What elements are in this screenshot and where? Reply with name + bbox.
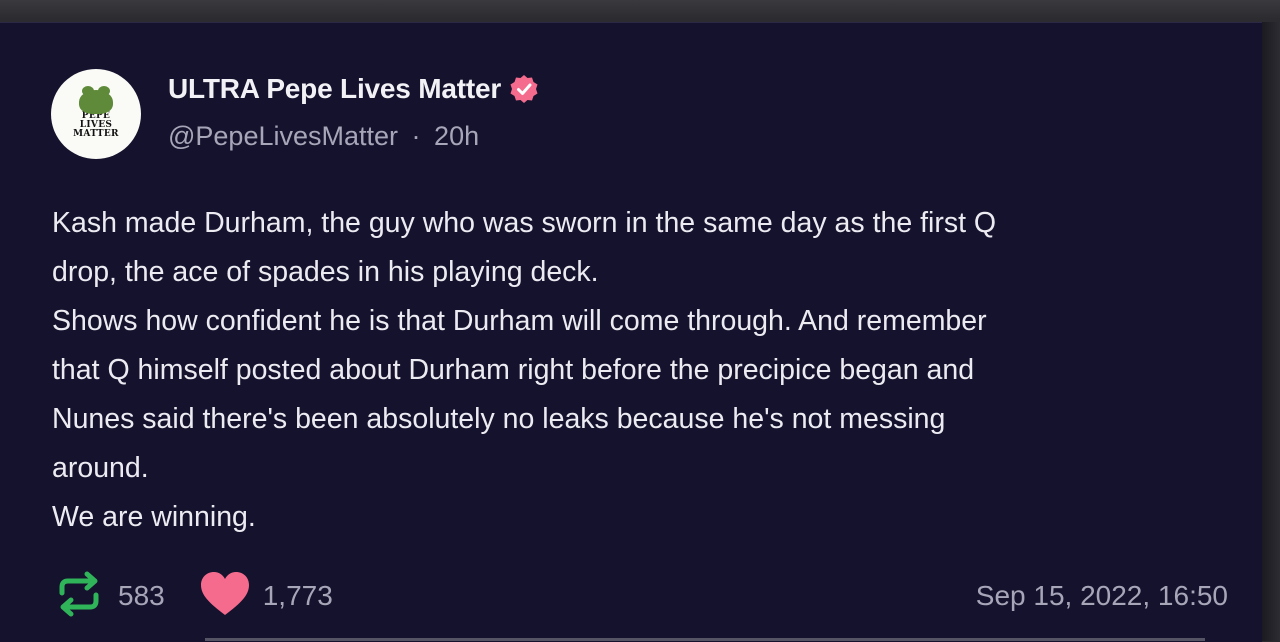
repost-count: 583: [118, 580, 165, 612]
like-count: 1,773: [263, 580, 333, 612]
heart-icon: [199, 571, 251, 622]
verified-badge-icon: [509, 74, 539, 104]
author-avatar[interactable]: PEPE LIVES MATTER: [51, 69, 141, 159]
post-line: Nunes said there's been absolutely no le…: [52, 395, 1232, 444]
author-handle[interactable]: @PepeLivesMatter: [168, 121, 398, 151]
repost-button[interactable]: 583: [52, 571, 165, 622]
meta-separator: ·: [412, 121, 421, 151]
author-display-name[interactable]: ULTRA Pepe Lives Matter: [168, 73, 501, 105]
post-line: Shows how confident he is that Durham wi…: [52, 297, 1232, 346]
avatar-logo-line-3: MATTER: [73, 130, 119, 139]
post-card: PEPE LIVES MATTER ULTRA Pepe Lives Matte…: [0, 22, 1262, 642]
post-line: Kash made Durham, the guy who was sworn …: [52, 199, 1232, 248]
frog-logo-icon: [79, 90, 113, 114]
repost-icon: [52, 571, 106, 622]
author-handle-row: @PepeLivesMatter · 20h: [168, 121, 479, 152]
post-line: that Q himself posted about Durham right…: [52, 346, 1232, 395]
author-name-row: ULTRA Pepe Lives Matter: [168, 73, 539, 105]
post-line: drop, the ace of spades in his playing d…: [52, 248, 1232, 297]
post-line: around.: [52, 444, 1232, 493]
post-footer: 583 1,773 Sep 15, 2022, 16:50: [52, 569, 1228, 623]
screen-bezel: [1262, 22, 1280, 641]
post-timestamp[interactable]: Sep 15, 2022, 16:50: [976, 580, 1228, 612]
post-body: Kash made Durham, the guy who was sworn …: [52, 199, 1232, 542]
post-age[interactable]: 20h: [434, 121, 479, 151]
post-line: We are winning.: [52, 493, 1232, 542]
like-button[interactable]: 1,773: [199, 571, 333, 622]
